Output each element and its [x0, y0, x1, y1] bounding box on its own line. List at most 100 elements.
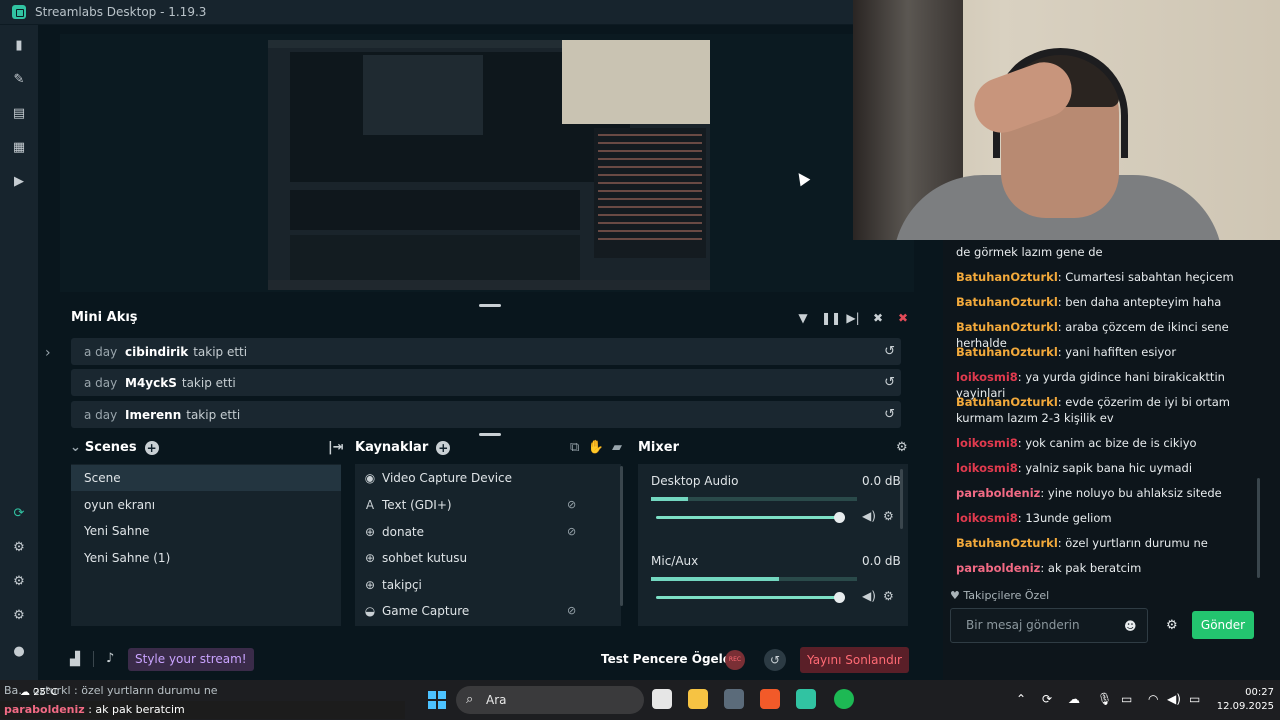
chat-username[interactable]: loikosmi8	[956, 436, 1018, 450]
repeat-icon[interactable]: ↺	[884, 407, 895, 422]
chat-username[interactable]: loikosmi8	[956, 461, 1018, 475]
sources-scrollbar[interactable]	[620, 466, 623, 606]
emoji-icon[interactable]: ☻	[1124, 619, 1137, 633]
chat-username[interactable]: BatuhanOzturkl	[956, 536, 1058, 550]
filter-icon[interactable]: ▼	[796, 311, 810, 325]
gear-icon[interactable]: ⚙	[883, 509, 894, 523]
profile-icon[interactable]: ●	[12, 645, 26, 659]
taskbar-clock[interactable]: 00:27 12.09.2025	[1214, 686, 1274, 714]
taskbar-search[interactable]: ⌕ Ara	[456, 686, 644, 714]
layout-icon[interactable]: ⚙	[12, 575, 26, 589]
test-widgets-button[interactable]: Test Pencere Ögeleri	[601, 652, 741, 666]
settings-icon[interactable]: ⚙	[12, 609, 26, 623]
pause-icon[interactable]: ❚❚	[821, 311, 841, 325]
group-icon[interactable]: ✋	[588, 440, 604, 455]
speaker-icon[interactable]: ◀)	[862, 509, 876, 523]
skip-icon[interactable]: ▶|	[846, 311, 860, 325]
wifi-icon[interactable]: ◠	[1148, 692, 1158, 706]
chat-username[interactable]: BatuhanOzturkl	[956, 320, 1058, 334]
mixer-settings-icon[interactable]: ⚙	[896, 440, 908, 455]
brave-browser-icon[interactable]	[760, 689, 780, 709]
volume-icon[interactable]: ◀)	[1167, 692, 1181, 706]
chat-username[interactable]: BatuhanOzturkl	[956, 395, 1058, 409]
duplicate-icon[interactable]: ⧉	[570, 440, 579, 455]
chat-username[interactable]: BatuhanOzturkl	[956, 270, 1058, 284]
meter-level	[651, 497, 689, 501]
windows-start-icon[interactable]	[428, 691, 446, 709]
repeat-icon[interactable]: ↺	[884, 344, 895, 359]
source-item[interactable]: A Text (GDI+) ⊘	[363, 495, 583, 515]
source-item[interactable]: ◒ Game Capture ⊘	[363, 601, 583, 621]
add-scene-icon[interactable]: +	[144, 441, 159, 455]
scene-item[interactable]: Yeni Sahne (1)	[71, 545, 341, 571]
followers-only-text: Takipçilere Özel	[963, 589, 1050, 602]
chat-username[interactable]: BatuhanOzturkl	[956, 345, 1058, 359]
microphone-icon[interactable]: 🎙	[1097, 692, 1112, 706]
source-item[interactable]: ⊕ takipçi	[363, 575, 583, 595]
eye-hidden-icon[interactable]: ⊘	[567, 601, 576, 621]
chat-username[interactable]: paraboldeniz	[956, 561, 1040, 575]
file-explorer-icon[interactable]	[688, 689, 708, 709]
repeat-icon[interactable]: ↺	[884, 375, 895, 390]
tools-icon[interactable]: ⚙	[12, 541, 26, 555]
desktop-audio-volume-slider[interactable]	[656, 516, 836, 519]
weather-widget[interactable]: ☁ 25°C	[20, 687, 58, 698]
footer-bar: ▟ ♪ Style your stream! Test Pencere Ögel…	[60, 645, 914, 675]
app-icon[interactable]	[724, 689, 744, 709]
onedrive-icon[interactable]: ☁	[1068, 692, 1080, 706]
play-icon[interactable]: ▶	[12, 175, 26, 189]
channel-name: Desktop Audio	[651, 474, 739, 488]
chevron-down-icon[interactable]: ⌄	[70, 440, 81, 455]
dashboard-icon[interactable]: ▦	[12, 141, 26, 155]
volume-knob[interactable]	[834, 592, 845, 603]
rec-button[interactable]: REC	[725, 650, 745, 670]
scene-item[interactable]: Scene	[71, 465, 341, 491]
send-button[interactable]: Gönder	[1192, 611, 1254, 639]
sync-icon[interactable]: ⟳	[1042, 692, 1052, 706]
chat-username[interactable]: paraboldeniz	[956, 486, 1040, 500]
chat-username[interactable]: BatuhanOzturkl	[956, 295, 1058, 309]
studio-editor-icon[interactable]: ▮	[12, 39, 26, 53]
scene-item[interactable]: Yeni Sahne	[71, 518, 341, 544]
scene-item[interactable]: oyun ekranı	[71, 492, 341, 518]
task-view-icon[interactable]	[652, 689, 672, 709]
volume-knob[interactable]	[834, 512, 845, 523]
add-source-icon[interactable]: +	[436, 441, 451, 455]
source-item[interactable]: ⊕ donate ⊘	[363, 522, 583, 542]
chat-username[interactable]: loikosmi8	[956, 370, 1018, 384]
performance-icon[interactable]: ▟	[70, 652, 80, 667]
chevron-right-icon[interactable]: ›	[45, 345, 51, 361]
folder-icon[interactable]: ▰	[612, 440, 622, 455]
chat-settings-icon[interactable]: ⚙	[1166, 618, 1178, 633]
collapse-scenes-icon[interactable]: |⇥	[328, 440, 344, 455]
source-item[interactable]: ◉ Video Capture Device	[363, 468, 583, 488]
mute-alerts-icon[interactable]: ✖	[871, 311, 885, 325]
chevron-up-icon[interactable]: ⌃	[1016, 692, 1026, 706]
notification-bell-icon[interactable]: ♪	[106, 651, 114, 666]
streamlabs-logo-icon	[12, 5, 26, 19]
eye-hidden-icon[interactable]: ⊘	[567, 522, 576, 542]
replay-buffer-icon[interactable]: ↺	[764, 649, 786, 671]
themes-icon[interactable]: ✎	[12, 73, 26, 87]
mixer-scrollbar[interactable]	[900, 469, 903, 529]
battery-saver-icon[interactable]: ▭	[1121, 692, 1132, 706]
speaker-icon[interactable]: ◀)	[862, 589, 876, 603]
style-your-stream-button[interactable]: Style your stream!	[128, 648, 254, 671]
end-stream-button[interactable]: Yayını Sonlandır	[800, 647, 909, 673]
source-item[interactable]: ⊕ sohbet kutusu	[363, 548, 583, 568]
spotify-icon[interactable]	[834, 689, 854, 709]
chat-username[interactable]: loikosmi8	[956, 511, 1018, 525]
highlighter-icon[interactable]: ⟳	[12, 507, 26, 521]
eye-hidden-icon[interactable]: ⊘	[567, 495, 576, 515]
event-action: takip etti	[193, 344, 248, 359]
battery-icon[interactable]: ▭	[1189, 692, 1200, 706]
gear-icon[interactable]: ⚙	[883, 589, 894, 603]
chat-text: özel yurtların durumu ne	[1065, 536, 1208, 550]
store-icon[interactable]: ▤	[12, 107, 26, 121]
mic-aux-volume-slider[interactable]	[656, 596, 836, 599]
chat-scrollbar[interactable]	[1257, 478, 1260, 578]
meter-level	[651, 577, 779, 581]
chat-message-input[interactable]: Bir mesaj gönderin	[950, 608, 1148, 643]
mute-notifications-icon[interactable]: ✖	[896, 311, 910, 325]
streamlabs-taskbar-icon[interactable]	[796, 689, 816, 709]
